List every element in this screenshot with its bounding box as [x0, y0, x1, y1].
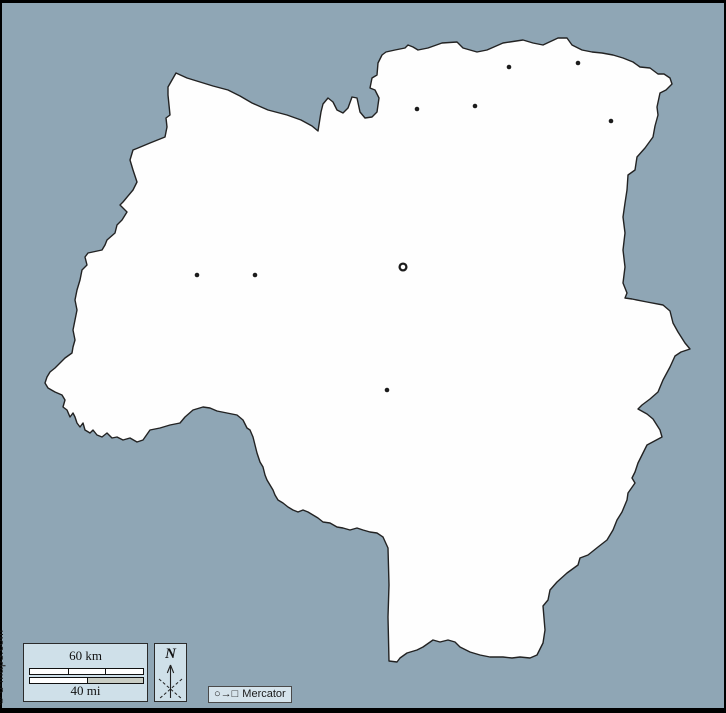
- projection-badge: ○→□ Mercator: [208, 686, 292, 703]
- projection-symbol-icon: ○→□: [214, 689, 238, 700]
- city-dot: [195, 273, 200, 278]
- scale-tick: [105, 669, 106, 674]
- capital-city-marker: [400, 264, 407, 271]
- scale-tick: [68, 669, 69, 674]
- scale-km-label: 60 km: [24, 649, 147, 662]
- north-arrow-icon: [155, 662, 186, 702]
- copyright-credit: © d-maps.com: [0, 630, 6, 705]
- north-label: N: [155, 646, 186, 662]
- city-dot: [507, 65, 512, 70]
- compass-box: N: [154, 643, 187, 702]
- city-dot: [576, 61, 581, 66]
- scale-km-bar: [29, 668, 144, 675]
- city-dot: [385, 388, 390, 393]
- scale-bar: 60 km 40 mi: [23, 643, 148, 702]
- city-dot: [253, 273, 258, 278]
- region-map: [0, 0, 726, 713]
- region-outline: [45, 38, 690, 662]
- city-dot: [415, 107, 420, 112]
- scale-mi-label: 40 mi: [24, 684, 147, 697]
- projection-label: Mercator: [242, 689, 285, 700]
- map-canvas: 60 km 40 mi N ○→□ Mercator © d-maps.com: [0, 0, 726, 713]
- city-dot: [473, 104, 478, 109]
- city-dot: [609, 119, 614, 124]
